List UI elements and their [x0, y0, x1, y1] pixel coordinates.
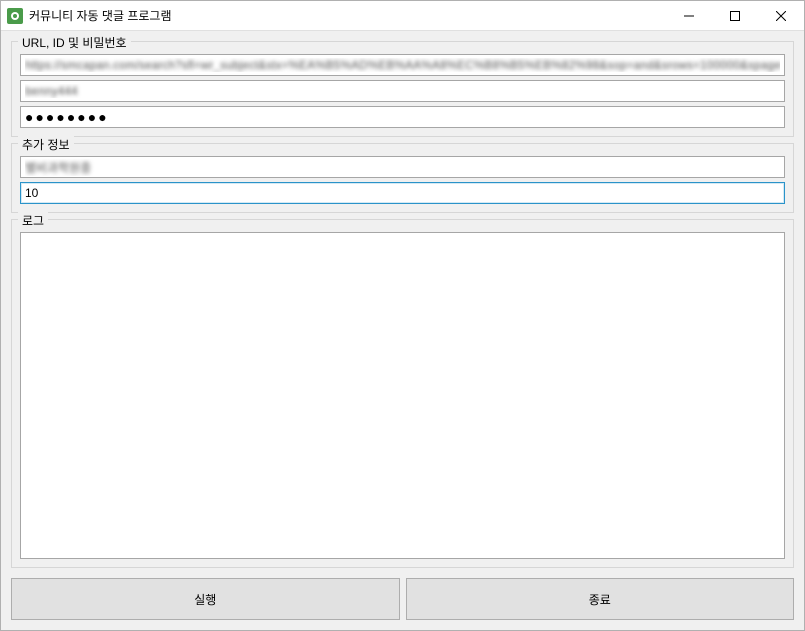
minimize-icon: [684, 11, 694, 21]
close-button[interactable]: [758, 1, 804, 30]
additional-group-label: 추가 정보: [18, 136, 74, 153]
log-textarea[interactable]: [20, 232, 785, 559]
client-area: URL, ID 및 비밀번호 추가 정보 로그 실행 종료: [1, 31, 804, 630]
minimize-button[interactable]: [666, 1, 712, 30]
titlebar: 커뮤니티 자동 댓글 프로그램: [1, 1, 804, 31]
additional-field-1[interactable]: [20, 156, 785, 178]
log-group: 로그: [11, 219, 794, 568]
additional-field-2[interactable]: [20, 182, 785, 204]
url-input[interactable]: [20, 54, 785, 76]
exit-button[interactable]: 종료: [406, 578, 795, 620]
credentials-group-label: URL, ID 및 비밀번호: [18, 34, 131, 51]
log-group-label: 로그: [18, 212, 48, 229]
window-controls: [666, 1, 804, 30]
close-icon: [776, 11, 786, 21]
window-title: 커뮤니티 자동 댓글 프로그램: [29, 7, 666, 24]
app-window: 커뮤니티 자동 댓글 프로그램 URL, ID 및 비밀번호 추가 정보: [0, 0, 805, 631]
app-icon: [7, 8, 23, 24]
additional-group: 추가 정보: [11, 143, 794, 213]
maximize-button[interactable]: [712, 1, 758, 30]
credentials-group: URL, ID 및 비밀번호: [11, 41, 794, 137]
run-button[interactable]: 실행: [11, 578, 400, 620]
maximize-icon: [730, 11, 740, 21]
button-row: 실행 종료: [11, 578, 794, 620]
id-input[interactable]: [20, 80, 785, 102]
password-input[interactable]: [20, 106, 785, 128]
